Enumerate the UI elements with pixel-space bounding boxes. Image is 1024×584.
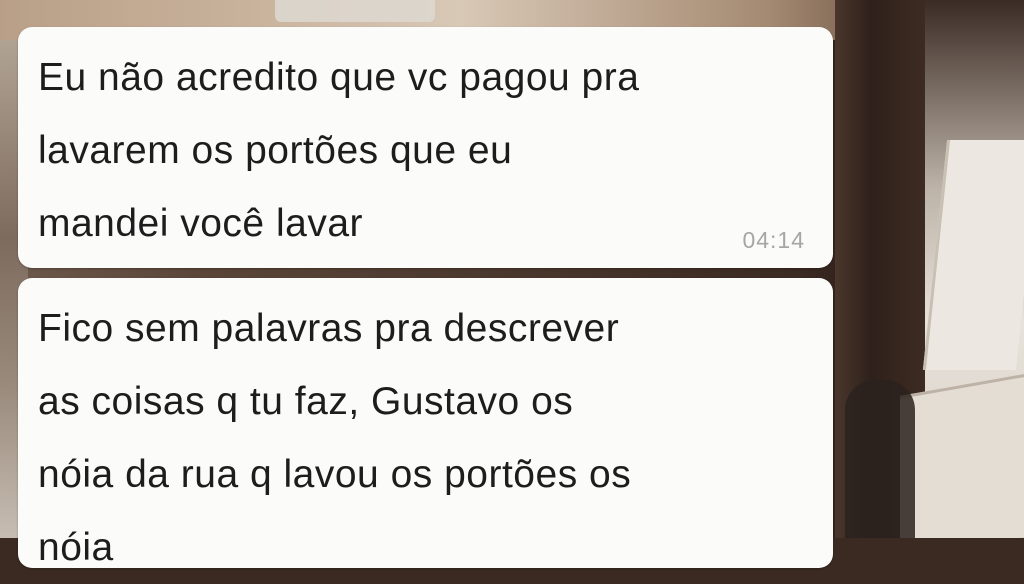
message-bubble[interactable]: Fico sem palavras pra descrever as coisa… xyxy=(18,278,833,569)
message-bubble[interactable]: Eu não acredito que vc pagou pra lavarem… xyxy=(18,27,833,268)
message-text: Eu não acredito que vc pagou pra lavarem… xyxy=(38,56,640,245)
chat-conversation: Eu não acredito que vc pagou pra lavarem… xyxy=(0,0,1024,569)
message-timestamp: 04:14 xyxy=(742,227,805,253)
message-text: Fico sem palavras pra descrever as coisa… xyxy=(38,307,632,569)
